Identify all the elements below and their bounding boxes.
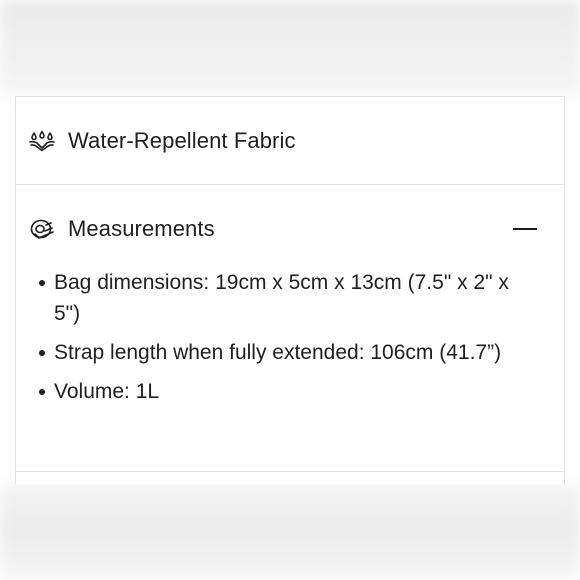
list-item: Bag dimensions: 19cm x 5cm x 13cm (7.5" …: [39, 267, 552, 329]
blurred-background-bottom: [0, 484, 580, 580]
list-item: Volume: 1L: [39, 376, 552, 407]
measurements-list: Bag dimensions: 19cm x 5cm x 13cm (7.5" …: [16, 267, 564, 415]
water-drops-icon: [28, 127, 56, 155]
blurred-background-top: [0, 0, 580, 95]
list-item: Strap length when fully extended: 106cm …: [39, 337, 552, 368]
feature-row-water-repellent: Water-Repellent Fabric: [16, 97, 564, 185]
divider: [16, 471, 564, 472]
collapse-minus-icon[interactable]: [512, 216, 538, 242]
feature-label-fabric: Water-Repellent Fabric: [68, 127, 296, 153]
accordion-header-measurements[interactable]: Measurements: [16, 185, 564, 273]
product-details-accordion: Water-Repellent Fabric Measurements Bag …: [15, 96, 565, 484]
measuring-tape-icon: [28, 215, 56, 243]
accordion-title-measurements: Measurements: [68, 216, 215, 241]
